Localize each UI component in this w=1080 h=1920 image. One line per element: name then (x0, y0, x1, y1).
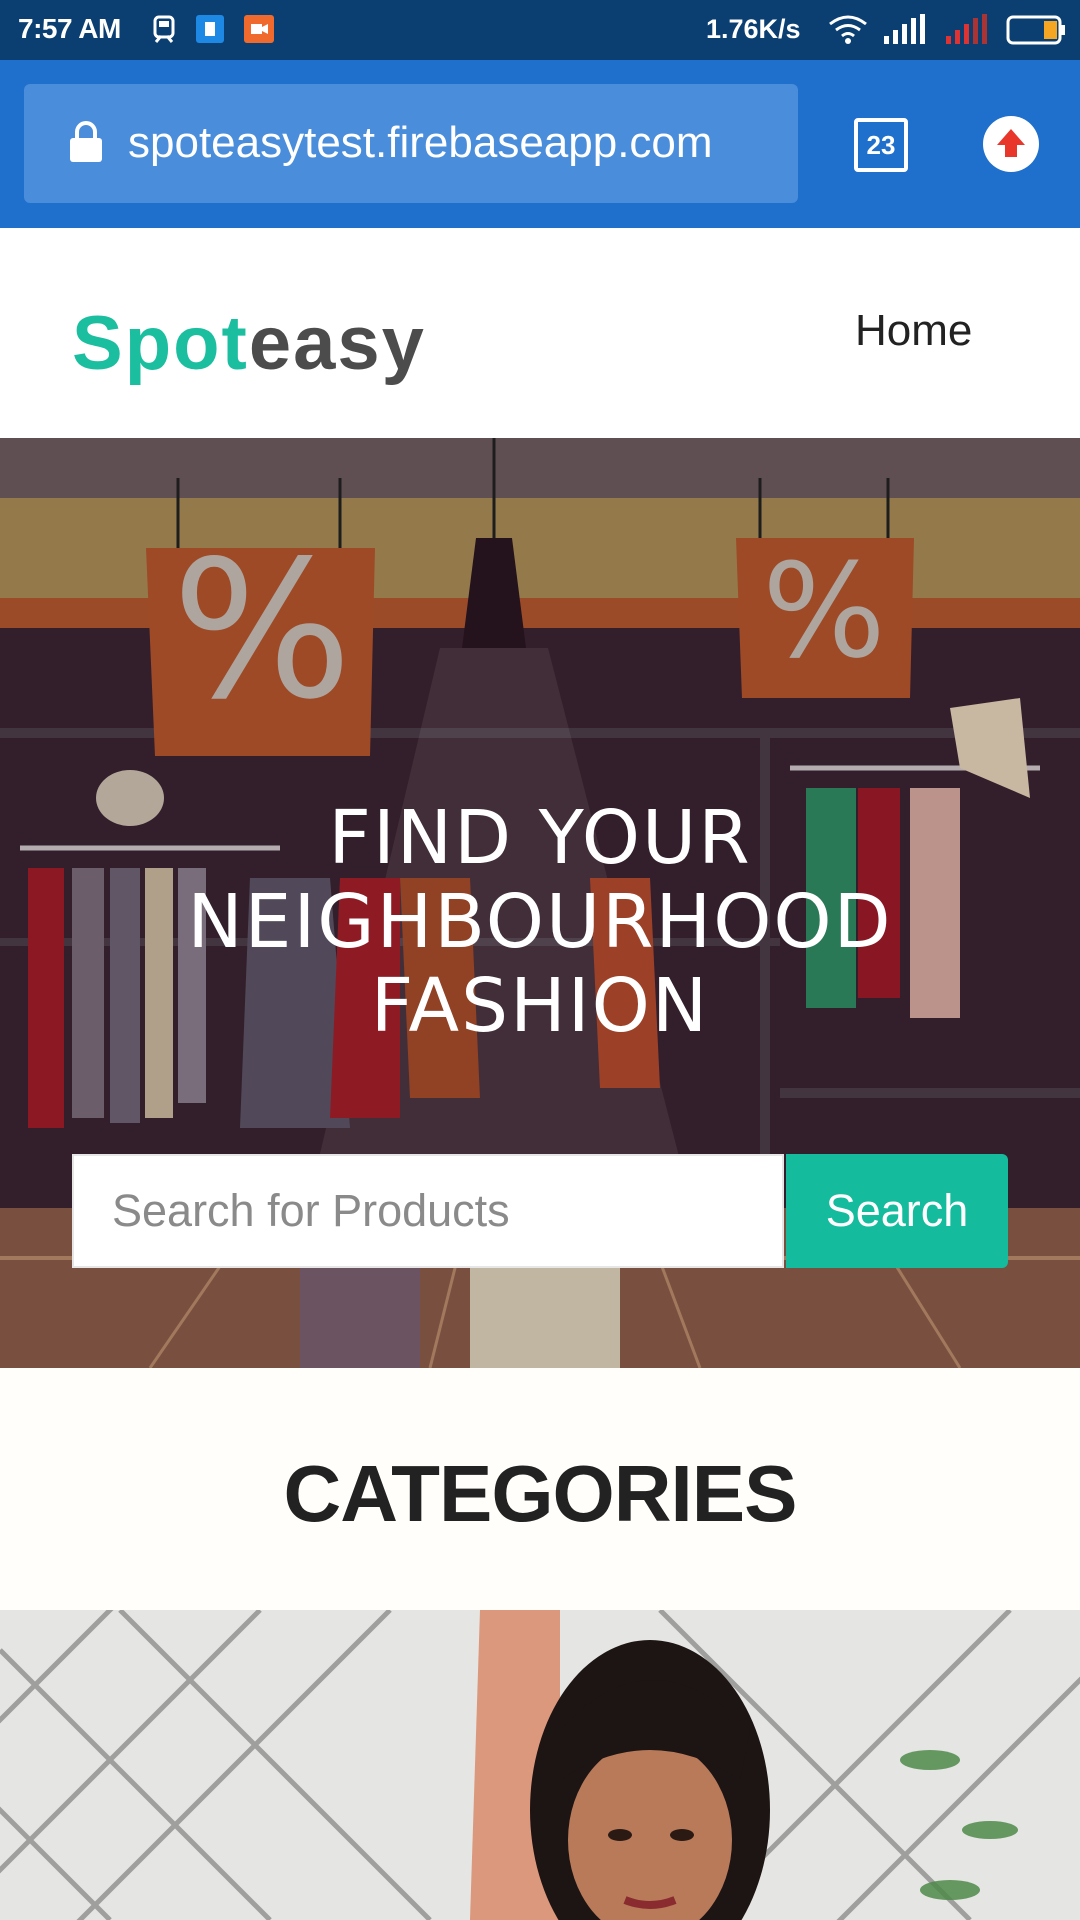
lock-icon (68, 120, 104, 169)
notification-app-icon (196, 14, 224, 49)
nav-home-link[interactable]: Home (855, 306, 972, 356)
train-icon (150, 14, 180, 51)
battery-icon (1006, 14, 1066, 51)
wifi-icon (828, 14, 868, 51)
network-speed: 1.76K/s (706, 14, 801, 44)
status-time: 7:57 AM (18, 13, 121, 44)
url-text: spoteasytest.firebaseapp.com (128, 118, 713, 167)
categories-section: CATEGORIES (0, 1368, 1080, 1610)
category-photo (0, 1610, 1080, 1920)
categories-heading: CATEGORIES (283, 1449, 797, 1538)
hero-title-line-1: FIND YOUR (328, 795, 752, 881)
video-app-icon (244, 14, 274, 49)
signal-icon (884, 14, 928, 51)
site-logo[interactable]: Spoteasy (72, 300, 426, 387)
hero-banner: % % FIND YOUR NEIGHBOURHOOD FASHION Sear… (0, 438, 1080, 1368)
hero-title-line-2: NEIGHBOURHOOD (187, 879, 893, 965)
category-image[interactable] (0, 1610, 1080, 1920)
product-search-input[interactable] (72, 1154, 784, 1268)
address-bar[interactable]: spoteasytest.firebaseapp.com (24, 84, 798, 203)
tab-switcher-button[interactable]: 23 (854, 118, 908, 172)
hero-title-line-3: FASHION (370, 963, 710, 1049)
search-button[interactable]: Search (786, 1154, 1008, 1268)
status-bar: 7:57 AM 1.76K/s (0, 0, 1080, 60)
hero-title: FIND YOUR NEIGHBOURHOOD FASHION (0, 796, 1080, 1048)
arrow-up-icon (997, 129, 1025, 157)
logo-part-spot: Spot (72, 301, 249, 386)
site-header: Spoteasy Home (0, 228, 1080, 438)
browser-toolbar: spoteasytest.firebaseapp.com 23 (0, 60, 1080, 228)
signal-icon-2 (946, 14, 990, 51)
logo-part-easy: easy (248, 301, 426, 386)
upload-button[interactable] (983, 116, 1039, 172)
